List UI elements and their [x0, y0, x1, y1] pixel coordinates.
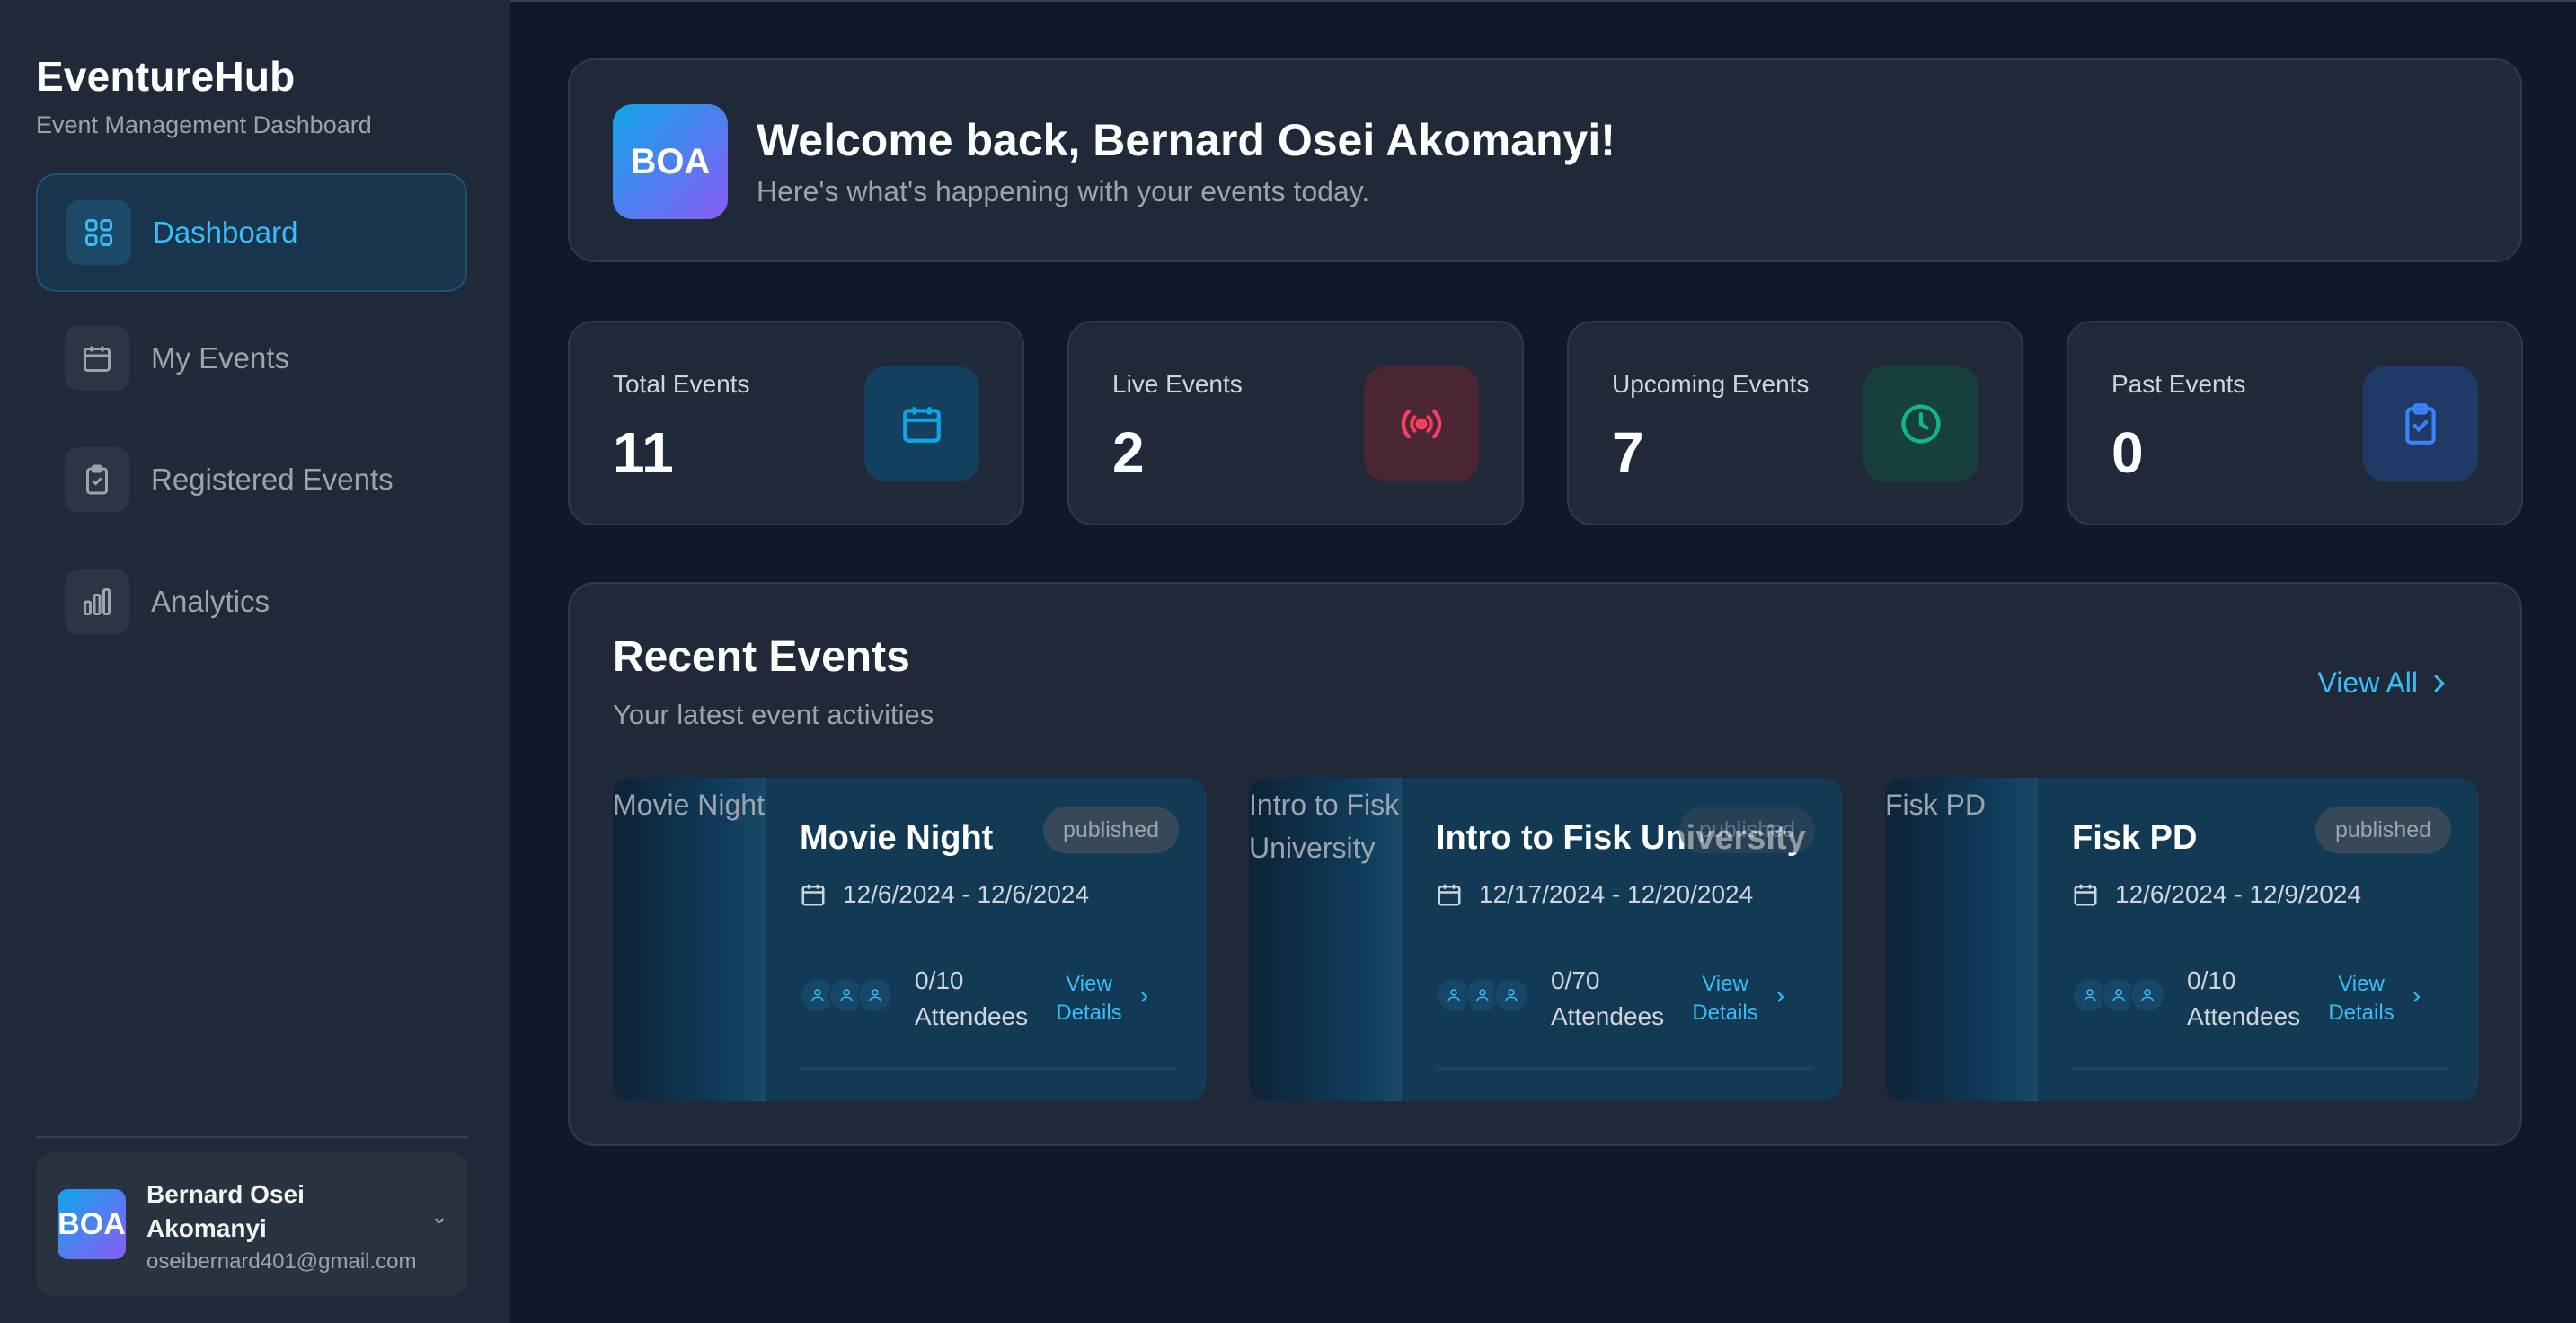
user-icon — [1493, 977, 1529, 1013]
attendee-count: 0/10 Attendees — [2187, 963, 2300, 1035]
attendee-count-label: Attendees — [1551, 1002, 1665, 1030]
attendee-avatars — [2072, 977, 2165, 1013]
stat-card-total-events: Total Events 11 — [568, 321, 1024, 525]
event-image: Movie Night — [613, 778, 766, 1101]
sidebar: EventureHub Event Management Dashboard D… — [0, 0, 510, 1323]
calendar-icon — [1438, 884, 1461, 906]
card-divider — [800, 1067, 1177, 1071]
chevron-right-icon — [2413, 992, 2421, 1002]
sidebar-item-label: Registered Events — [151, 463, 394, 496]
status-badge: published — [2315, 807, 2451, 853]
broadcast-icon — [1364, 366, 1479, 481]
chevron-right-icon — [2434, 675, 2446, 692]
user-menu[interactable]: BOA Bernard Osei Akomanyi oseibernard401… — [36, 1152, 467, 1296]
stat-value: 11 — [613, 420, 674, 485]
attendee-avatars — [800, 977, 893, 1013]
stat-value: 2 — [1112, 420, 1145, 485]
clock-icon — [1863, 366, 1978, 481]
user-icon — [2129, 977, 2165, 1013]
event-dates: 12/6/2024 - 12/6/2024 — [800, 880, 1089, 909]
app-subtitle: Event Management Dashboard — [36, 111, 372, 138]
app-logo-text[interactable]: EventureHub — [36, 52, 295, 101]
stat-label: Total Events — [613, 370, 750, 398]
avatar: BOA — [58, 1189, 126, 1259]
event-card[interactable]: Movie Night Movie Night published 12/6/2… — [613, 778, 1206, 1101]
card-divider — [1436, 1067, 1813, 1071]
event-date-range: 12/17/2024 - 12/20/2024 — [1479, 880, 1754, 908]
calendar-icon — [65, 326, 129, 391]
sidebar-item-label: Dashboard — [153, 216, 298, 249]
stat-label: Past Events — [2111, 370, 2246, 398]
attendee-count: 0/10 Attendees — [915, 963, 1028, 1035]
attendee-count-value: 0/10 — [915, 966, 964, 994]
welcome-subtitle: Here's what's happening with your events… — [757, 175, 1370, 207]
status-badge: published — [1042, 807, 1179, 853]
sidebar-item-label: My Events — [151, 341, 290, 375]
attendee-count-value: 0/10 — [2187, 966, 2236, 994]
attendee-count-label: Attendees — [915, 1002, 1029, 1030]
view-all-link[interactable]: View All — [2318, 666, 2447, 700]
stat-card-upcoming-events: Upcoming Events 7 — [1567, 321, 2023, 525]
chevron-right-icon — [1141, 992, 1148, 1002]
event-card[interactable]: Intro to Fisk University Intro to Fisk U… — [1249, 778, 1842, 1101]
user-icon — [857, 977, 893, 1013]
sidebar-item-registered-events[interactable]: Registered Events — [36, 420, 467, 539]
grid-icon — [66, 200, 131, 265]
event-dates: 12/6/2024 - 12/9/2024 — [2072, 880, 2361, 909]
page-title: Welcome back, Bernard Osei Akomanyi! — [757, 115, 1616, 165]
sidebar-item-dashboard[interactable]: Dashboard — [36, 173, 467, 292]
section-subtitle: Your latest event activities — [613, 699, 934, 730]
event-date-range: 12/6/2024 - 12/6/2024 — [843, 880, 1090, 908]
broken-image-alt-text: Fisk PD — [1885, 789, 1986, 821]
user-email: oseibernard401@gmail.com — [146, 1249, 417, 1274]
event-image: Fisk PD — [1885, 778, 2038, 1101]
card-divider — [2072, 1067, 2449, 1071]
sidebar-item-my-events[interactable]: My Events — [36, 299, 467, 418]
attendee-avatars — [1436, 977, 1529, 1013]
avatar: BOA — [613, 104, 728, 219]
attendee-count-label: Attendees — [2187, 1002, 2301, 1030]
section-title: Recent Events — [613, 633, 910, 681]
stat-label: Live Events — [1112, 370, 1243, 398]
stat-value: 0 — [2111, 420, 2144, 485]
chevron-right-icon — [1777, 992, 1784, 1002]
stat-value: 7 — [1612, 420, 1644, 485]
event-date-range: 12/6/2024 - 12/9/2024 — [2115, 880, 2362, 908]
event-title: Movie Night — [800, 819, 994, 857]
broken-image-alt-text: Movie Night — [613, 789, 765, 821]
bar-chart-icon — [65, 569, 129, 634]
stat-card-live-events: Live Events 2 — [1067, 321, 1524, 525]
view-details-button[interactable]: View Details — [2325, 970, 2397, 1028]
stat-label: Upcoming Events — [1612, 370, 1810, 398]
welcome-banner: BOA Welcome back, Bernard Osei Akomanyi!… — [568, 58, 2522, 262]
attendee-count: 0/70 Attendees — [1551, 963, 1664, 1035]
sidebar-divider — [36, 1136, 467, 1138]
calendar-icon — [2074, 884, 2097, 906]
calendar-icon — [801, 884, 825, 906]
view-details-button[interactable]: View Details — [1053, 970, 1125, 1028]
calendar-icon — [864, 366, 979, 481]
clipboard-check-icon — [65, 447, 129, 512]
recent-events-panel: Recent Events Your latest event activiti… — [568, 582, 2522, 1146]
event-title: Fisk PD — [2072, 819, 2198, 857]
view-details-button[interactable]: View Details — [1689, 970, 1761, 1028]
sidebar-item-analytics[interactable]: Analytics — [36, 542, 467, 661]
broken-image-alt-text: Intro to Fisk University — [1249, 789, 1400, 864]
clipboard-check-icon — [2363, 366, 2478, 481]
user-name: Bernard Osei Akomanyi — [146, 1180, 305, 1242]
view-all-label: View All — [2317, 666, 2418, 699]
event-dates: 12/17/2024 - 12/20/2024 — [1436, 880, 1753, 909]
event-image: Intro to Fisk University — [1249, 778, 1402, 1101]
event-card[interactable]: Fisk PD Fisk PD published 12/6/2024 - 12… — [1885, 778, 2478, 1101]
attendee-count-value: 0/70 — [1551, 966, 1600, 994]
status-badge: published — [1678, 807, 1815, 853]
chevron-down-icon[interactable] — [433, 1210, 446, 1230]
stat-card-past-events: Past Events 0 — [2067, 321, 2523, 525]
sidebar-item-label: Analytics — [151, 585, 270, 618]
